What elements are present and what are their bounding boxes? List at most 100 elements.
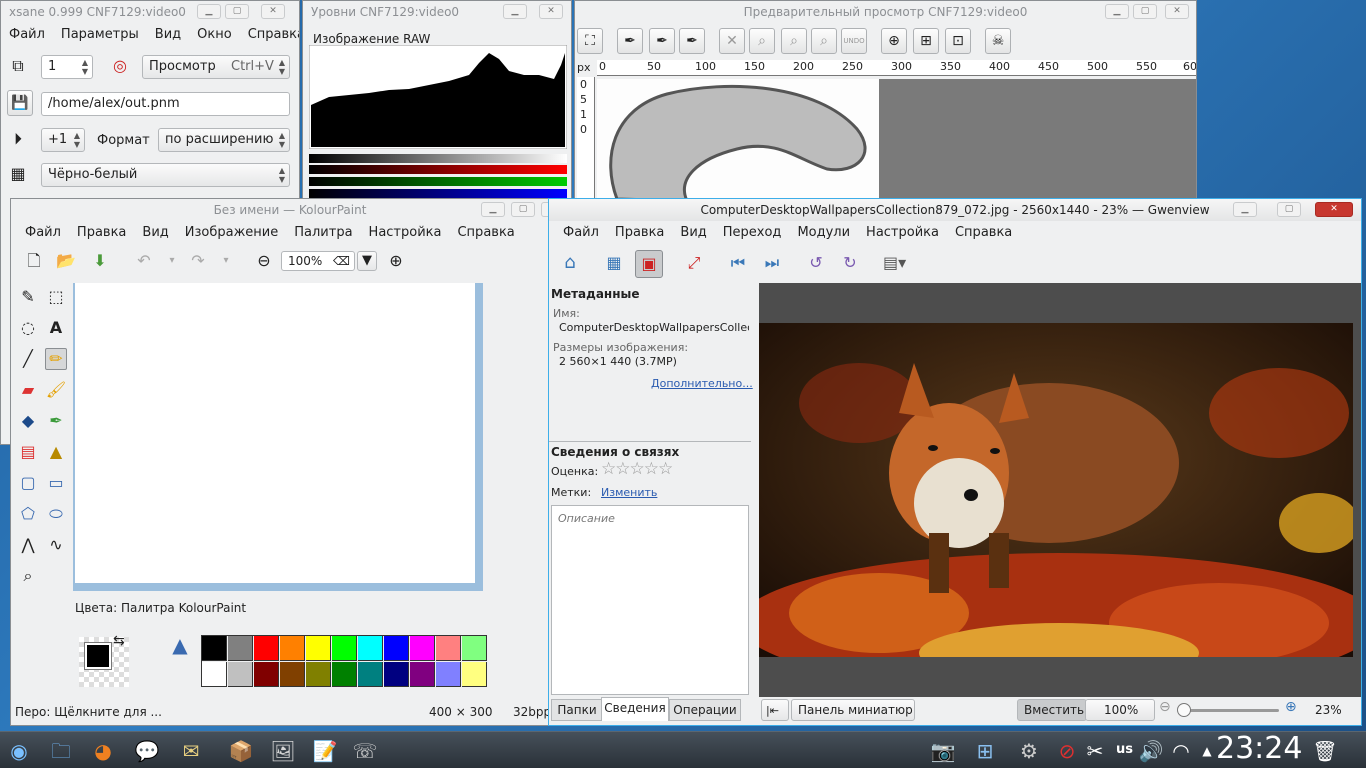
line-tool-icon[interactable]: ╱ [17,349,39,371]
pick-gray-icon[interactable]: ✒ [649,28,675,54]
palette-swatch[interactable] [306,662,331,687]
windows-icon[interactable]: ⊞ [970,736,1000,766]
view-icon[interactable]: ▣ [635,250,663,278]
select-area-icon[interactable]: ⛶ [577,28,603,54]
new-file-icon[interactable]: 🗋 [23,251,45,273]
rounded-rect-icon[interactable]: ▢ [17,473,39,495]
undo-icon[interactable]: ↶ [133,251,155,273]
zoom-sel-icon[interactable]: ⌕ [811,28,837,54]
autoselect-icon[interactable]: ✕ [719,28,745,54]
brush-icon[interactable]: 🖌 [45,380,67,402]
rotate-left-icon[interactable]: ↺ [805,253,827,275]
color-picker-icon[interactable]: ✒ [45,411,67,433]
palette-swatch[interactable] [228,636,253,661]
description-field[interactable]: Описание [551,505,749,695]
xsane-titlebar[interactable]: xsane 0.999 CNF7129:video0 ▁ ▢ ✕ [1,1,299,23]
close-button[interactable]: ✕ [539,4,563,19]
palette-swatch[interactable] [306,636,331,661]
maximize-button[interactable]: ▢ [1133,4,1157,19]
minimize-button[interactable]: ▁ [1233,202,1257,217]
format-select[interactable]: по расширению ▲ ▼ [158,128,290,152]
thumb-panel-button[interactable]: Панель миниатюр [791,699,915,721]
camera-icon[interactable]: 📷 [928,736,958,766]
palette-swatch[interactable] [332,662,357,687]
ellipse-select-icon[interactable]: ◌ [17,318,39,340]
minimize-button[interactable]: ▁ [197,4,221,19]
eraser-icon[interactable]: ▰ [17,380,39,402]
zoom-100-button[interactable]: 100% [1085,699,1155,721]
menu-image[interactable]: Изображение [185,221,278,245]
palette-swatch[interactable] [358,662,383,687]
zoom-input[interactable]: 100% ⌫ [281,251,355,271]
previous-icon[interactable]: ⏮ [727,253,749,275]
auto-area-icon[interactable]: ⊡ [945,28,971,54]
step-select[interactable]: +1 ▲ ▼ [41,128,85,152]
levels-titlebar[interactable]: Уровни CNF7129:video0 ▁ ✕ [303,1,571,23]
menu-file[interactable]: Файл [9,23,45,47]
maximize-button[interactable]: ▢ [225,4,249,19]
tab-info[interactable]: Сведения [601,697,669,721]
zoom-dropdown-icon[interactable]: ▼ [357,251,377,271]
close-button[interactable]: ✕ [1315,202,1353,217]
menu-edit[interactable]: Правка [615,221,664,245]
minimize-button[interactable]: ▁ [481,202,505,217]
volume-icon[interactable]: 🔊 [1136,736,1166,766]
tags-link[interactable]: Изменить [601,486,657,499]
delete-preview-icon[interactable]: ☠ [985,28,1011,54]
palette-swatch[interactable] [410,636,435,661]
filename-input[interactable]: /home/alex/out.pnm [41,92,290,116]
menu-params[interactable]: Параметры [61,23,139,47]
clear-icon[interactable]: ⌫ [333,252,350,270]
screenshot-icon[interactable]: 🖼 [268,736,298,766]
green-gradient-bar[interactable] [309,177,567,186]
drawing-canvas[interactable] [75,283,475,583]
pick-black-icon[interactable]: ✒ [617,28,643,54]
network-device-icon[interactable]: ⚙ [1014,736,1044,766]
preview-canvas[interactable] [597,79,1196,199]
rating-stars-icon[interactable]: ☆☆☆☆☆ [601,459,673,479]
share-menu-icon[interactable]: ▤▾ [883,253,906,275]
image-view[interactable] [759,283,1361,697]
fit-button[interactable]: Вместить [1017,699,1087,721]
rectangle-icon[interactable]: ▭ [45,473,67,495]
spraycan-icon[interactable]: ▲ [45,442,67,464]
menu-view[interactable]: Вид [142,221,168,245]
clipboard-icon[interactable]: ✂ [1080,736,1110,766]
palette-swatch[interactable] [280,662,305,687]
spin-arrows-icon[interactable]: ▲ ▼ [82,58,88,76]
free-select-icon[interactable]: ✎ [17,287,39,309]
fill-icon[interactable]: ◆ [17,411,39,433]
gwenview-titlebar[interactable]: ComputerDesktopWallpapersCollection879_0… [549,199,1361,221]
menu-file[interactable]: Файл [25,221,61,245]
menu-view[interactable]: Вид [155,23,181,47]
browse-icon[interactable]: ▦ [603,253,625,275]
palette-swatch[interactable] [280,636,305,661]
zoom-slider-handle[interactable] [1177,703,1191,717]
palette-swatch[interactable] [384,636,409,661]
maximize-button[interactable]: ▢ [511,202,535,217]
zoom-in-icon[interactable]: ⊕ [1285,699,1297,715]
menu-help[interactable]: Справка [248,23,299,47]
rotate-right-icon[interactable]: ↻ [839,253,861,275]
next-icon[interactable]: ⏭ [761,253,783,275]
clock[interactable]: 23:24 [1216,731,1302,766]
zoom-out-icon[interactable]: ⊖ [253,251,275,273]
zoom-out-icon[interactable]: ⌕ [749,28,775,54]
menu-settings[interactable]: Настройка [369,221,442,245]
text-tool-icon[interactable]: A [45,318,67,340]
polyline-icon[interactable]: ⋀ [17,535,39,557]
palette-swatch[interactable] [462,636,487,661]
preview-titlebar[interactable]: Предварительный просмотр CNF7129:video0 … [575,1,1196,23]
palette-swatch[interactable] [332,636,357,661]
menu-go[interactable]: Переход [723,221,782,245]
target-icon[interactable]: ◎ [109,56,131,78]
palette-swatch[interactable] [436,662,461,687]
menu-view[interactable]: Вид [680,221,706,245]
menu-palette[interactable]: Палитра [294,221,352,245]
more-link[interactable]: Дополнительно... [651,377,753,390]
color-box[interactable]: ⇆ [79,633,129,687]
keyboard-layout[interactable]: us [1116,742,1133,757]
palette-swatch[interactable] [462,662,487,687]
palette-swatch[interactable] [228,662,253,687]
color-eraser-icon[interactable]: ▤ [17,442,39,464]
